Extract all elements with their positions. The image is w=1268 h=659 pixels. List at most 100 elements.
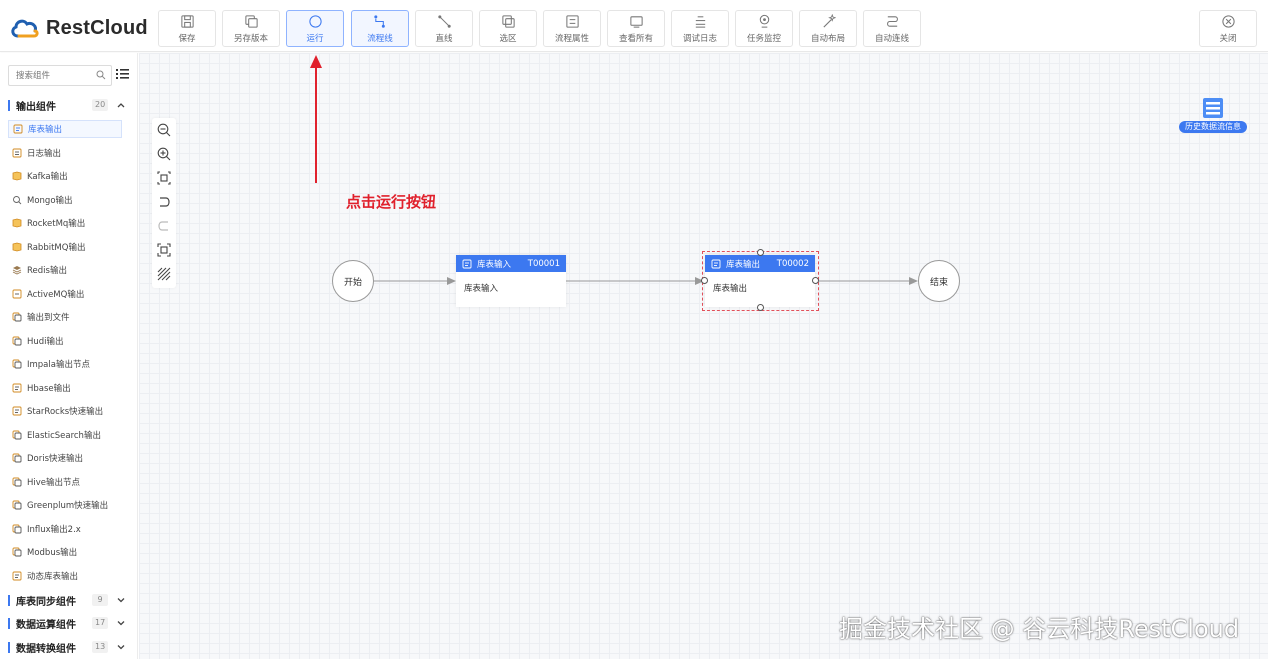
view-all-button[interactable]: 查看所有: [607, 10, 665, 47]
doris-icon: [12, 453, 22, 463]
sidebar-item-greenplum-output[interactable]: Greenplum快速输出: [8, 496, 122, 514]
close-button[interactable]: 关闭: [1199, 10, 1257, 47]
group-count-badge: 13: [92, 641, 109, 653]
item-label: Impala输出节点: [27, 360, 90, 370]
group-accent-bar: [8, 641, 10, 653]
sidebar-item-rocketmq-output[interactable]: RocketMq输出: [8, 214, 122, 232]
group-count-badge: 17: [92, 617, 109, 629]
resize-handle-top[interactable]: [757, 249, 764, 256]
sidebar-item-modbus-output[interactable]: Modbus输出: [8, 543, 122, 561]
greenplum-icon: [12, 500, 22, 510]
item-label: Hbase输出: [27, 384, 71, 394]
group-title: 数据转换组件: [16, 643, 76, 655]
debug-log-label: 调试日志: [682, 33, 717, 44]
sidebar-item-output-to-file[interactable]: 输出到文件: [8, 308, 122, 326]
start-node[interactable]: 开始: [332, 260, 374, 302]
end-node-label: 结束: [929, 277, 948, 288]
sidebar-item-hbase-output[interactable]: Hbase输出: [8, 379, 122, 397]
item-label: 动态库表输出: [27, 572, 79, 582]
sidebar-item-doris-output[interactable]: Doris快速输出: [8, 449, 122, 467]
sidebar-item-kafka-output[interactable]: Kafka输出: [8, 167, 122, 185]
sidebar-item-log-output[interactable]: 日志输出: [8, 144, 122, 162]
run-button[interactable]: 运行: [286, 10, 344, 47]
item-label: Hive输出节点: [27, 478, 81, 488]
copy-icon: [244, 14, 258, 28]
start-node-label: 开始: [343, 277, 362, 288]
restcloud-logo: RestCloud: [10, 14, 148, 42]
auto-connect-icon: [886, 15, 898, 27]
task-node-table-input[interactable]: 库表输入 T00001 库表输入: [456, 255, 566, 307]
save-button[interactable]: 保存: [158, 10, 216, 47]
sidebar-item-influx-output[interactable]: Influx输出2.x: [8, 520, 122, 538]
component-search-box[interactable]: [8, 65, 112, 86]
log-output-icon: [12, 148, 22, 158]
sidebar-item-rabbitmq-output[interactable]: RabbitMQ输出: [8, 238, 122, 256]
straight-line-label: 直线: [435, 33, 453, 44]
run-label: 运行: [306, 33, 324, 44]
resize-handle-left[interactable]: [701, 277, 708, 284]
task-node-table-output[interactable]: 库表输出 T00002 库表输出: [705, 255, 815, 307]
resize-handle-right[interactable]: [812, 277, 819, 284]
sidebar-item-redis-output[interactable]: Redis输出: [8, 261, 122, 279]
group-data-compute-components[interactable]: 数据运算组件 17: [8, 614, 128, 632]
chevron-down-icon[interactable]: [116, 642, 126, 652]
select-area-button[interactable]: 选区: [479, 10, 537, 47]
sidebar-item-hudi-output[interactable]: Hudi输出: [8, 332, 122, 350]
file-copy-icon: [12, 312, 22, 322]
edge-arrowhead-3: [909, 277, 918, 285]
item-label: StarRocks快速输出: [27, 407, 104, 417]
save-as-version-button[interactable]: 另存版本: [222, 10, 280, 47]
flow-canvas[interactable]: 历史数据流信息 点击运行按钮 开始 库表输入 T00001 库表输入 库表输出 …: [139, 53, 1268, 659]
run-circle-icon: [308, 14, 322, 28]
resize-handle-bottom[interactable]: [757, 304, 764, 311]
end-node[interactable]: 结束: [918, 260, 960, 302]
top-toolbar: RestCloud 保存 另存版本 运行 流程线 直线 选区 流程属性 查看所有…: [0, 0, 1268, 52]
item-label: 日志输出: [27, 149, 62, 159]
auto-connect-button[interactable]: 自动连线: [863, 10, 921, 47]
sidebar-item-dynamic-table-output[interactable]: 动态库表输出: [8, 567, 122, 585]
sidebar-item-mongo-output[interactable]: Mongo输出: [8, 191, 122, 209]
sidebar-item-elasticsearch-output[interactable]: ElasticSearch输出: [8, 426, 122, 444]
list-view-icon[interactable]: [116, 68, 129, 80]
group-data-transform-components[interactable]: 数据转换组件 13: [8, 638, 128, 656]
mongo-icon: [13, 196, 22, 205]
item-label: ElasticSearch输出: [27, 431, 101, 441]
group-accent-bar: [8, 594, 10, 606]
sidebar-item-starrocks-output[interactable]: StarRocks快速输出: [8, 402, 122, 420]
task-node-name: 库表输入: [477, 259, 512, 270]
flow-line-label: 流程线: [367, 33, 393, 44]
item-label: Mongo输出: [27, 196, 73, 206]
chevron-down-icon[interactable]: [116, 595, 126, 605]
flow-line-button[interactable]: 流程线: [351, 10, 409, 47]
monitor-camera-icon: [759, 14, 769, 28]
straight-line-button[interactable]: 直线: [415, 10, 473, 47]
chevron-down-icon[interactable]: [116, 618, 126, 628]
component-search-input[interactable]: [9, 66, 93, 85]
item-label: 库表输出: [28, 125, 63, 135]
task-node-header: 库表输出 T00002: [705, 255, 815, 272]
app-root: RestCloud 保存 另存版本 运行 流程线 直线 选区 流程属性 查看所有…: [0, 0, 1268, 659]
auto-layout-button[interactable]: 自动布局: [799, 10, 857, 47]
search-icon[interactable]: [96, 70, 106, 80]
sidebar-item-hive-output[interactable]: Hive输出节点: [8, 473, 122, 491]
task-node-header: 库表输入 T00001: [456, 255, 566, 272]
chevron-up-icon[interactable]: [116, 100, 126, 110]
modbus-icon: [12, 547, 22, 557]
group-title: 数据运算组件: [16, 619, 76, 631]
close-icon: [1221, 14, 1235, 28]
sidebar-item-table-output[interactable]: 库表输出: [8, 120, 122, 138]
group-count-badge: 20: [92, 99, 109, 111]
flow-line-icon: [373, 14, 385, 28]
sidebar-item-activemq-output[interactable]: ActiveMQ输出: [8, 285, 122, 303]
flow-properties-button[interactable]: 流程属性: [543, 10, 601, 47]
group-table-sync-components[interactable]: 库表同步组件 9: [8, 591, 128, 609]
edge-arrowhead-1: [447, 277, 456, 285]
activemq-icon: [12, 289, 22, 299]
sidebar-item-impala-output[interactable]: Impala输出节点: [8, 355, 122, 373]
item-label: Redis输出: [27, 266, 67, 276]
debug-log-button[interactable]: 调试日志: [671, 10, 729, 47]
redis-stack-icon: [12, 266, 22, 275]
group-output-components[interactable]: 输出组件 20: [8, 96, 128, 114]
task-monitor-button[interactable]: 任务监控: [735, 10, 793, 47]
item-label: Doris快速输出: [27, 454, 84, 464]
